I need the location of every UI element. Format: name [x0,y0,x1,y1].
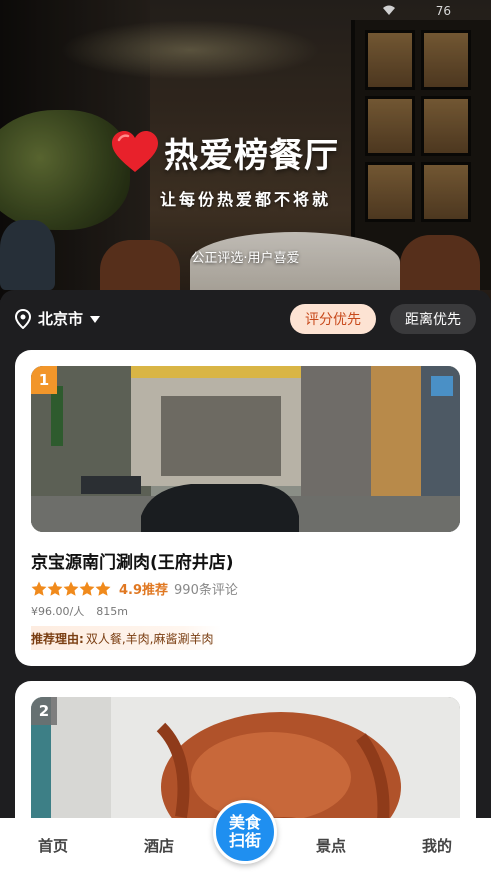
rank-badge: 1 [31,366,57,394]
hero-title-row: 热爱榜餐厅 [110,130,339,176]
food-scan-button[interactable]: 美食 扫街 [213,800,277,864]
hero-banner: 76 热爱榜餐厅 让每份热爱都不将就 公正评选·用户喜爱 [0,0,491,300]
hero-tagline: 公正评选·用户喜爱 [191,251,300,266]
restaurant-name: 京宝源南门涮肉(王府井店) [31,553,234,573]
rank-badge: 2 [31,697,57,725]
scan-label-line1: 美食 [228,813,261,832]
review-count: 990条评论 [174,583,238,598]
hero-title: 热爱榜餐厅 [164,135,339,176]
tab-scenic-spots[interactable]: 景点 [291,818,371,873]
sort-rating-button[interactable]: 评分优先 [290,304,376,334]
rating-row: 4.9推荐 990条评论 [31,579,238,598]
reason-text: 双人餐,羊肉,麻酱涮羊肉 [85,631,214,646]
city-selector[interactable]: 北京市 [14,308,101,329]
location-pin-icon [14,308,32,329]
reason-label: 推荐理由: [31,631,84,646]
star-icon [31,581,47,596]
distance: 815m [96,605,128,618]
star-icon [63,581,79,596]
tab-hotel[interactable]: 酒店 [119,818,199,873]
price-per-person: ¥96.00/人 [31,605,85,618]
wifi-icon [383,5,395,15]
star-icon [47,581,63,596]
scan-label-line2: 扫街 [228,831,261,850]
hero-subtitle: 让每份热爱都不将就 [159,190,331,209]
filter-bar: 北京市 评分优先 距离优先 [0,290,491,348]
star-icon [79,581,95,596]
tab-mine[interactable]: 我的 [397,818,477,873]
city-label: 北京市 [38,310,84,328]
sort-distance-button[interactable]: 距离优先 [390,304,476,334]
battery-text: 76 [435,4,451,18]
rating-score: 4.9推荐 [119,583,169,598]
recommend-reason: 推荐理由: 双人餐,羊肉,麻酱涮羊肉 [31,626,222,650]
star-icon [95,581,111,596]
status-bar: 76 [0,0,491,22]
restaurant-photo: 1 [31,366,460,532]
heart-icon [112,131,158,172]
restaurant-card[interactable]: 1 京宝源南门涮肉(王府井店) 4.9推荐 990条评论 ¥96.00/人 815… [15,350,476,666]
app-screen: 76 热爱榜餐厅 让每份热爱都不将就 公正评选·用户喜爱 北京市 评分优先 距离 [0,0,491,873]
ranking-panel: 北京市 评分优先 距离优先 1 京宝源南门涮肉(王府井店) 4.9推荐 990条… [0,290,491,841]
tab-home[interactable]: 首页 [13,818,93,873]
meta-row: ¥96.00/人 815m [31,603,128,619]
caret-down-icon [90,315,101,323]
